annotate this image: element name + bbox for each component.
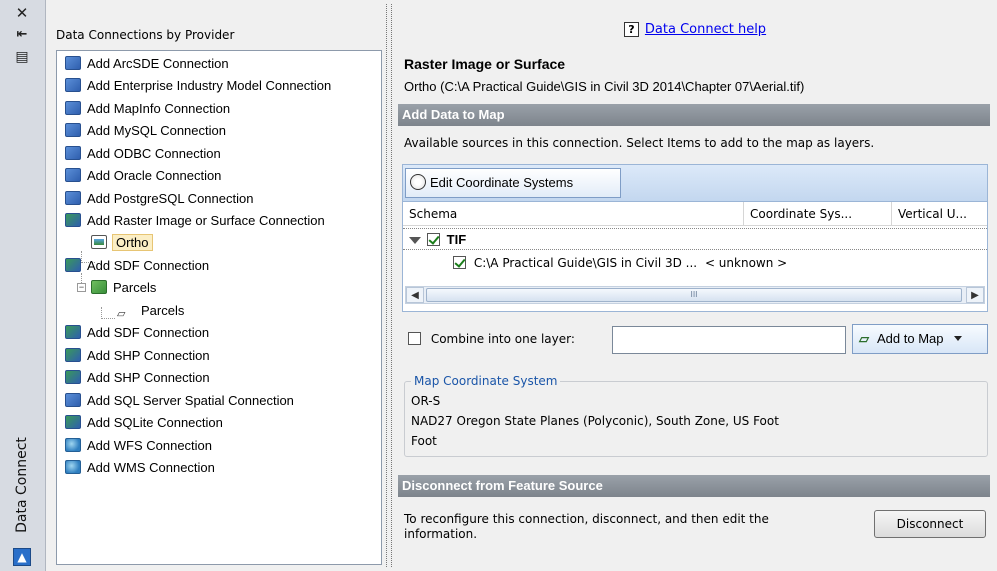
raster-connection-icon [65,370,81,384]
grid-header: Schema Coordinate Sys... Vertical U... [403,202,987,226]
polygon-layer-icon: ▱ [117,308,126,320]
feature-source-icon [91,280,107,294]
globe-icon [410,174,426,190]
tree-item-sqlserver[interactable]: Add SQL Server Spatial Connection [65,391,294,411]
tree-item-oracle[interactable]: Add Oracle Connection [65,166,221,186]
db-connection-icon [65,146,81,160]
map-cs-code: OR-S [411,394,441,408]
db-connection-icon [65,191,81,205]
raster-connection-icon [65,213,81,227]
schema-group-row[interactable]: TIF [403,228,987,250]
raster-connection-icon [65,415,81,429]
schema-item-row[interactable]: C:\A Practical Guide\GIS in Civil 3D ...… [403,252,987,274]
column-schema[interactable]: Schema [403,202,743,226]
expand-triangle-icon[interactable] [409,237,421,244]
add-data-header: Add Data to Map [398,104,990,126]
db-connection-icon [65,56,81,70]
map-coordinate-system-group: Map Coordinate System OR-S NAD27 Oregon … [404,374,988,457]
disconnect-text: To reconfigure this connection, disconne… [404,512,769,541]
panel-splitter[interactable] [386,4,392,567]
connections-tree: Add ArcSDE Connection Add Enterprise Ind… [56,50,382,565]
add-layer-icon: ▱ [859,331,869,346]
globe-connection-icon [65,438,81,452]
schema-toolbar: Edit Coordinate Systems [402,164,988,202]
raster-connection-icon [65,325,81,339]
tree-item-sdf-2[interactable]: Add SDF Connection [65,323,209,343]
db-connection-icon [65,168,81,182]
tree-item-sdf-1[interactable]: Add SDF Connection [65,256,209,276]
scroll-left-icon[interactable]: ◀ [406,287,424,303]
column-coordinate-system[interactable]: Coordinate Sys... [743,202,891,226]
tree-item-parcels-source[interactable]: Parcels [91,278,156,298]
tree-item-arcsde[interactable]: Add ArcSDE Connection [65,54,229,74]
connections-title: Data Connections by Provider [56,28,235,42]
db-connection-icon [65,101,81,115]
horizontal-scrollbar[interactable]: ◀ III ▶ [405,286,985,304]
globe-connection-icon [65,460,81,474]
tree-item-mysql[interactable]: Add MySQL Connection [65,121,226,141]
raster-image-icon [91,235,107,249]
db-connection-icon [65,393,81,407]
help-row: ? Data Connect help [396,22,994,37]
map-cs-legend: Map Coordinate System [411,374,561,388]
raster-connection-icon [65,348,81,362]
combine-checkbox[interactable] [408,332,421,345]
tree-item-raster[interactable]: Add Raster Image or Surface Connection [65,211,325,231]
tree-item-parcels-layer[interactable]: ▱ Parcels [117,301,184,321]
disconnect-header: Disconnect from Feature Source [398,475,990,497]
close-icon[interactable]: ✕ [12,4,32,22]
dropdown-arrow-icon[interactable] [953,336,962,341]
column-vertical-units[interactable]: Vertical U... [891,202,987,226]
tif-checkbox[interactable] [426,233,440,246]
source-title: Raster Image or Surface [404,56,566,72]
help-link[interactable]: Data Connect help [645,22,766,37]
map-cs-description: NAD27 Oregon State Planes (Polyconic), S… [411,414,779,428]
tree-item-sqlite[interactable]: Add SQLite Connection [65,413,223,433]
schema-grid: Schema Coordinate Sys... Vertical U... T… [402,202,988,312]
help-icon[interactable]: ? [623,22,639,37]
scroll-right-icon[interactable]: ▶ [966,287,984,303]
map-cs-unit: Foot [411,434,437,448]
auto-hide-icon[interactable]: ⇤ [12,26,32,44]
tree-item-wms[interactable]: Add WMS Connection [65,458,215,478]
palette-title: Data Connect [14,437,31,533]
add-to-map-button[interactable]: ▱ Add to Map [852,324,988,354]
tree-item-shp-2[interactable]: Add SHP Connection [65,368,210,388]
tree-item-mapinfo[interactable]: Add MapInfo Connection [65,99,230,119]
disconnect-button[interactable]: Disconnect [874,510,986,538]
palette-menu-icon[interactable]: ▲ [13,548,31,566]
tree-item-ortho[interactable]: Ortho [91,233,153,253]
source-path: Ortho (C:\A Practical Guide\GIS in Civil… [404,79,805,94]
item-checkbox[interactable] [453,256,466,269]
properties-icon[interactable]: ▤ [12,48,32,66]
db-connection-icon [65,78,81,92]
details-panel: ? Data Connect help Raster Image or Surfa… [396,0,994,571]
tree-item-odbc[interactable]: Add ODBC Connection [65,144,221,164]
edit-coordinate-systems-button[interactable]: Edit Coordinate Systems [405,168,621,198]
raster-connection-icon [65,258,81,272]
db-connection-icon [65,123,81,137]
tree-item-shp-1[interactable]: Add SHP Connection [65,346,210,366]
scroll-thumb[interactable]: III [426,288,962,302]
tree-item-postgresql[interactable]: Add PostgreSQL Connection [65,189,253,209]
combine-layer-option[interactable]: Combine into one layer: [408,332,575,346]
palette-title-strip: ✕ ⇤ ▤ Data Connect ▲ [0,0,46,571]
collapse-icon[interactable]: − [77,283,86,292]
tree-item-enterprise[interactable]: Add Enterprise Industry Model Connection [65,76,331,96]
tree-item-wfs[interactable]: Add WFS Connection [65,436,212,456]
combine-layer-input[interactable] [612,326,846,354]
available-sources-text: Available sources in this connection. Se… [404,136,875,150]
connections-panel: Data Connections by Provider Add ArcSDE … [50,0,384,571]
